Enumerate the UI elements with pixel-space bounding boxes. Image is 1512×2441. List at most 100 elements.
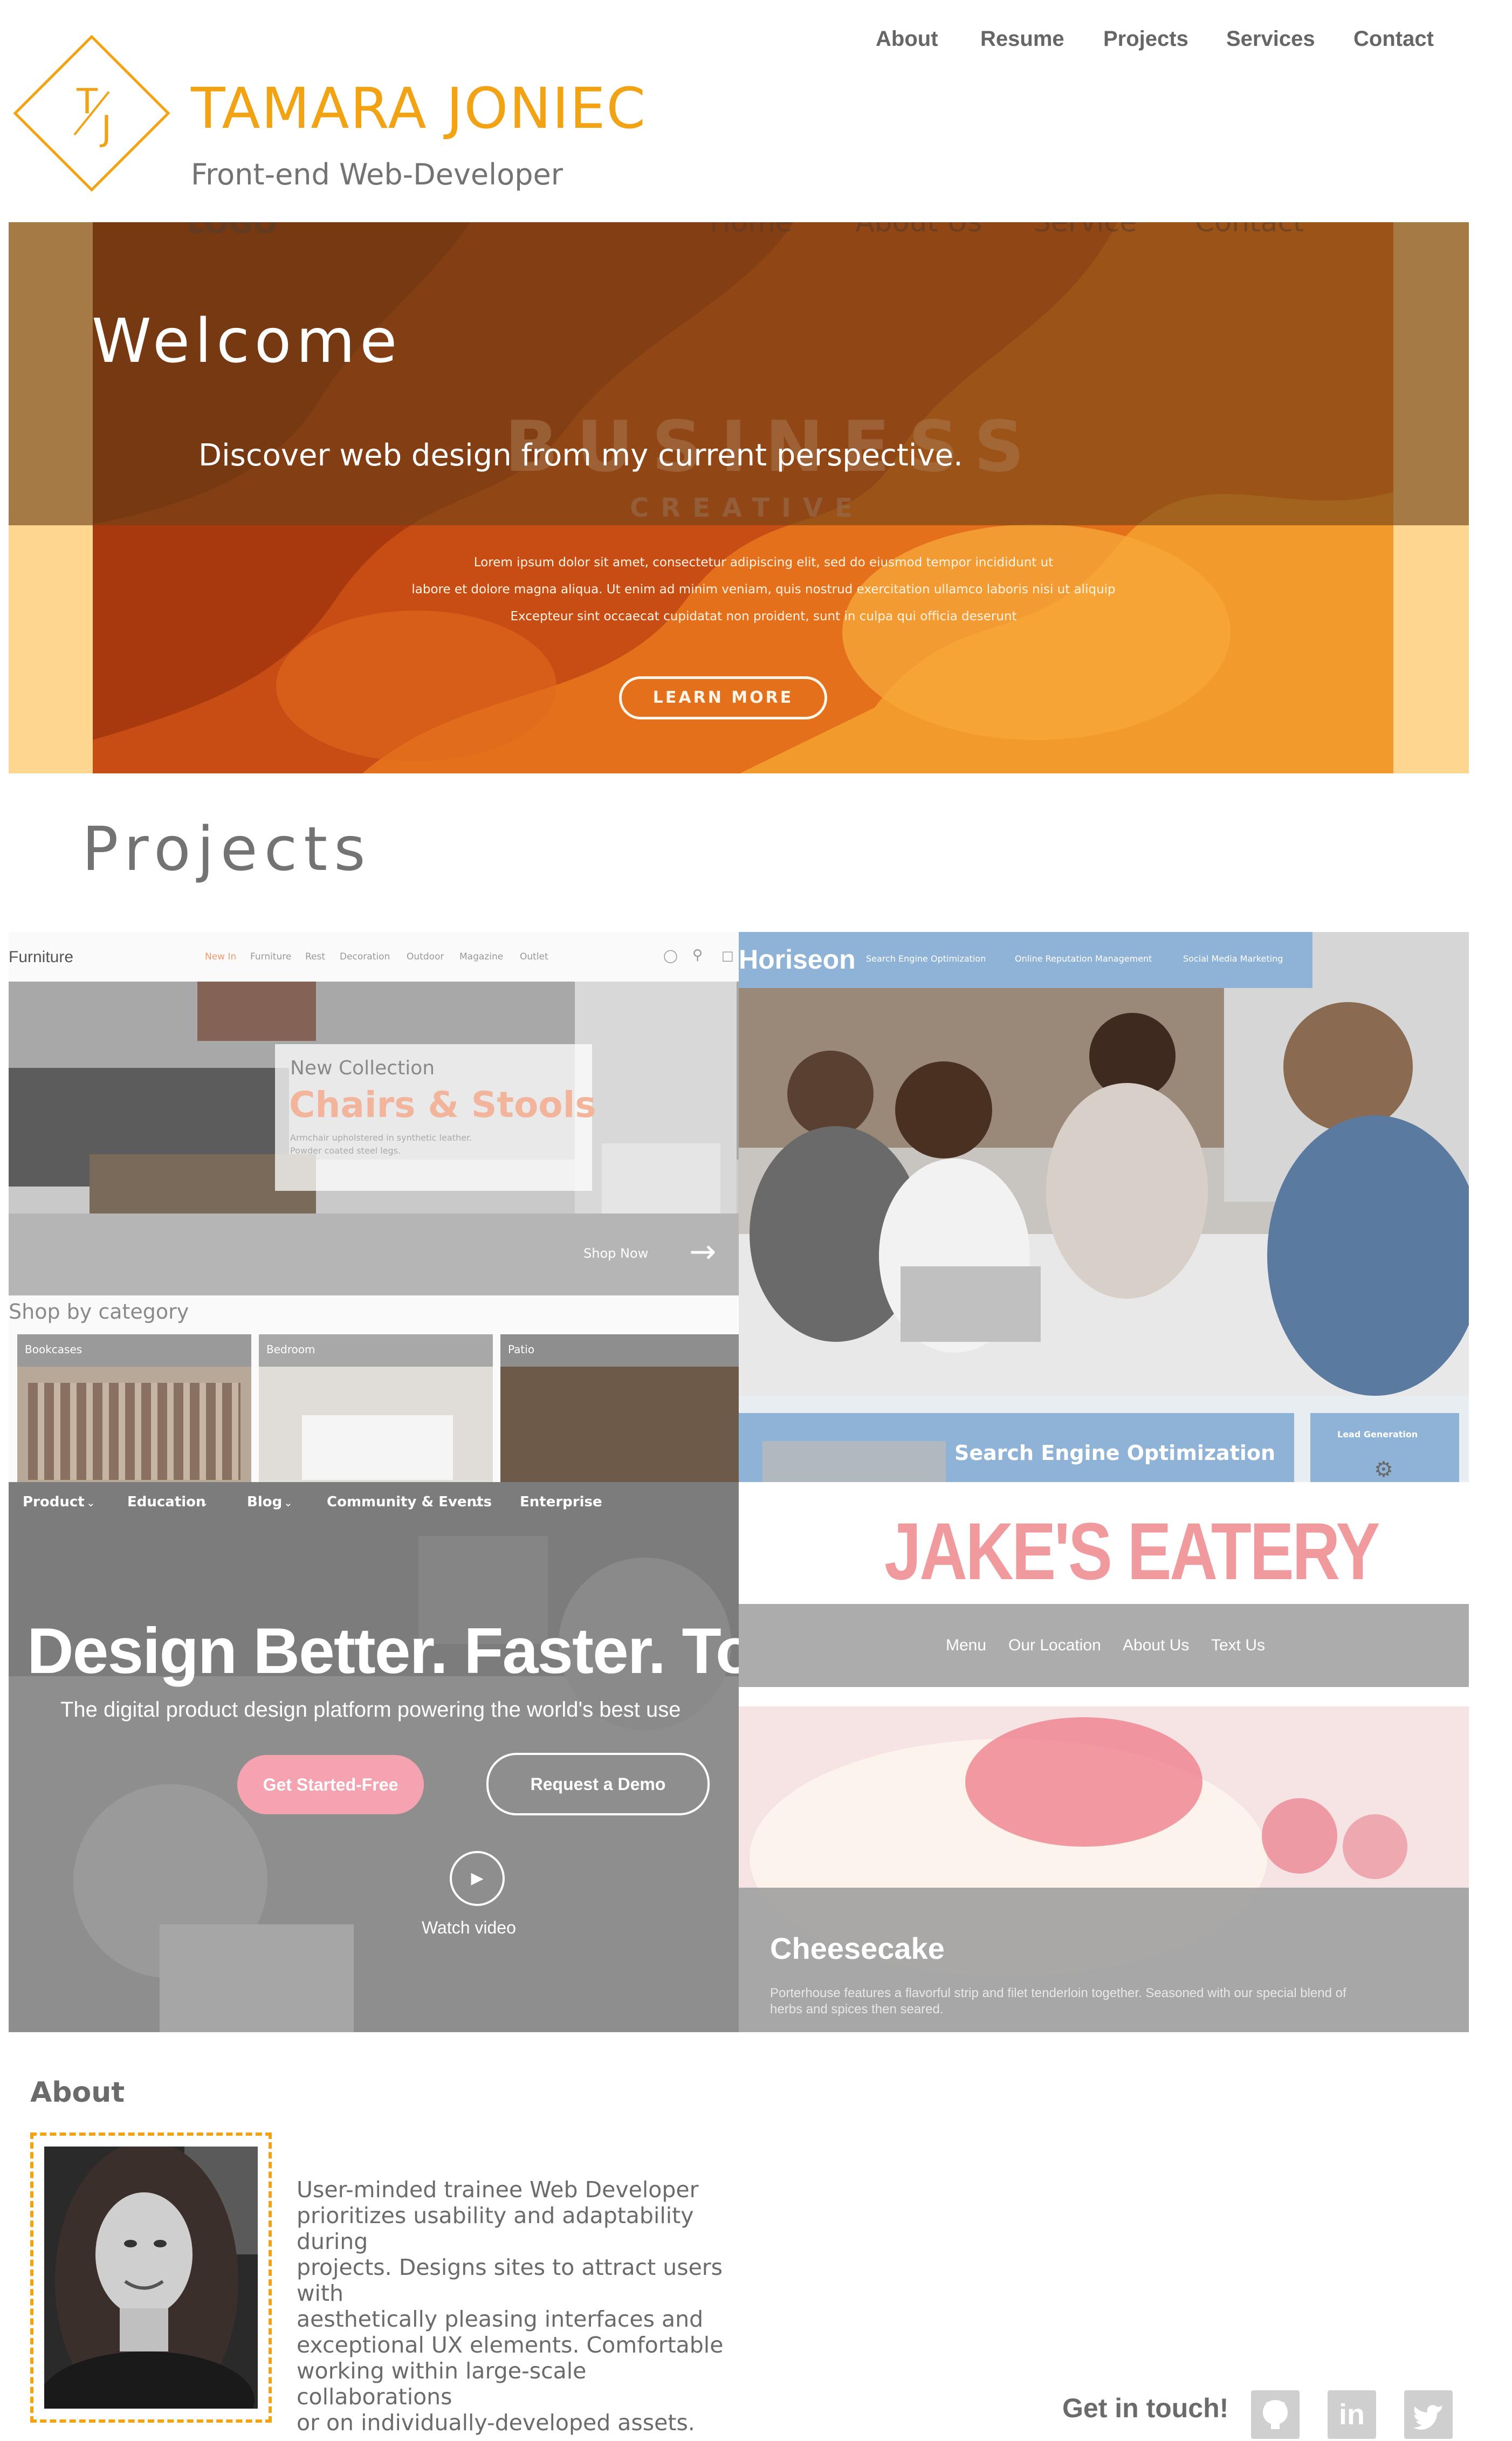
projects-heading: Projects bbox=[82, 814, 372, 884]
design-nav-education: Education bbox=[127, 1494, 206, 1510]
watch-video-label[interactable]: Watch video bbox=[422, 1918, 516, 1938]
hero-tagline: Discover web design from my current pers… bbox=[198, 438, 963, 473]
nav-services[interactable]: Services bbox=[1226, 27, 1315, 59]
chevron-down-icon: ⌄ bbox=[284, 1496, 293, 1509]
design-subheadline: The digital product design platform powe… bbox=[60, 1698, 681, 1722]
linkedin-icon[interactable]: in bbox=[1328, 2390, 1376, 2439]
jakes-title: JAKE'S EATERY bbox=[884, 1506, 1380, 1596]
hero-bg-sub: CREATIVE bbox=[630, 493, 864, 523]
project-card-furniture[interactable]: Furniture New In Furniture Rest Decorati… bbox=[9, 932, 739, 1482]
horiseon-team-photo bbox=[739, 932, 1469, 1396]
furniture-nav-item: Magazine bbox=[459, 951, 504, 962]
request-demo-button[interactable]: Request a Demo bbox=[486, 1753, 710, 1815]
hero-bg-lorem-line: labore et dolore magna aliqua. Ut enim a… bbox=[411, 582, 1116, 596]
chevron-down-icon: ⌄ bbox=[86, 1496, 95, 1509]
about-line: projects. Designs sites to attract users… bbox=[297, 2254, 723, 2306]
about-line: exceptional UX elements. Comfortable bbox=[297, 2332, 724, 2358]
play-icon[interactable]: ▶ bbox=[450, 1851, 505, 1906]
site-name: TAMARA JONIEC bbox=[191, 76, 647, 141]
hero-bg-learn-more-button: LEARN MORE bbox=[619, 676, 827, 719]
hero-bg-nav-contact: Contact bbox=[1195, 222, 1304, 238]
nav-projects[interactable]: Projects bbox=[1103, 27, 1188, 59]
furniture-headline: Chairs & Stools bbox=[289, 1084, 596, 1126]
get-started-button[interactable]: Get Started-Free bbox=[237, 1755, 424, 1814]
about-text: User-minded trainee Web Developer priori… bbox=[297, 2177, 739, 2436]
furniture-nav-item: Rest bbox=[305, 951, 326, 962]
horiseon-nav-item: Social Media Marketing bbox=[1183, 954, 1283, 964]
user-icon: ◯ bbox=[663, 948, 678, 963]
svg-text:J: J bbox=[99, 109, 112, 149]
category-label: Bedroom bbox=[266, 1343, 315, 1356]
furniture-eyebrow: New Collection bbox=[290, 1057, 435, 1079]
hero-bg-nav-about: About Us bbox=[855, 222, 982, 238]
about-line: or on individually-developed assets. bbox=[297, 2410, 695, 2436]
about-line: aesthetically pleasing interfaces and bbox=[297, 2306, 704, 2332]
design-nav-enterprise: Enterprise bbox=[520, 1494, 602, 1510]
hero-banner: LOGO Home About Us Service Contact BUSIN… bbox=[9, 222, 1469, 773]
arrow-right-icon[interactable]: → bbox=[689, 1233, 716, 1271]
design-nav-community: Community & Events bbox=[327, 1494, 492, 1510]
project-card-design-platform[interactable]: Product ⌄ Education ⌄ Blog ⌄ Community &… bbox=[9, 1482, 739, 2032]
hero-bg-lorem-line: Excepteur sint occaecat cupidatat non pr… bbox=[510, 609, 1017, 623]
design-nav-blog: Blog bbox=[247, 1494, 283, 1510]
category-tile-bookcases[interactable]: Bookcases bbox=[17, 1334, 251, 1482]
jakes-dish-title: Cheesecake bbox=[770, 1931, 945, 1965]
gear-icon: ⚙ bbox=[1374, 1457, 1393, 1482]
jakes-dish-desc: herbs and spices then seared. bbox=[770, 2002, 944, 2017]
nav-resume[interactable]: Resume bbox=[980, 27, 1064, 59]
jakes-nav-about: About Us bbox=[1123, 1636, 1190, 1654]
about-line: User-minded trainee Web Developer bbox=[297, 2177, 699, 2203]
jakes-nav-menu: Menu bbox=[946, 1636, 987, 1654]
horiseon-nav-item: Online Reputation Management bbox=[1015, 954, 1152, 964]
search-icon: ⚲ bbox=[692, 947, 703, 963]
get-in-touch-label: Get in touch! bbox=[1062, 2393, 1229, 2423]
profile-photo bbox=[44, 2147, 258, 2409]
logo-mark[interactable]: T J bbox=[11, 32, 173, 194]
profile-photo-frame bbox=[30, 2133, 272, 2423]
design-headline: Design Better. Faster. Tog bbox=[27, 1615, 739, 1687]
hero-bg-nav-service: Service bbox=[1033, 222, 1137, 238]
category-tile-patio[interactable]: Patio bbox=[500, 1334, 739, 1482]
design-nav-product: Product bbox=[23, 1494, 85, 1510]
category-label: Patio bbox=[508, 1343, 535, 1356]
site-subtitle: Front-end Web-Developer bbox=[191, 157, 563, 191]
furniture-shop-now[interactable]: Shop Now bbox=[583, 1246, 648, 1261]
furniture-nav-item: Outdoor bbox=[407, 951, 444, 962]
category-tile-bedroom[interactable]: Bedroom bbox=[259, 1334, 493, 1482]
nav-contact[interactable]: Contact bbox=[1353, 27, 1434, 59]
hero-welcome: Welcome bbox=[92, 306, 402, 376]
furniture-desc: Powder coated steel legs. bbox=[290, 1146, 401, 1156]
furniture-nav-item: Decoration bbox=[340, 951, 390, 962]
furniture-nav-new: New In bbox=[205, 951, 237, 962]
chevron-down-icon: ⌄ bbox=[200, 1496, 209, 1509]
horiseon-lead-panel: Lead Generation ⚙ bbox=[1310, 1413, 1459, 1482]
about-heading: About bbox=[30, 2076, 125, 2109]
hero-bg-lorem: Lorem ipsum dolor sit amet, consectetur … bbox=[386, 549, 1141, 630]
hero-bg-nav-home: Home bbox=[710, 222, 793, 238]
horiseon-brand: Horiseon bbox=[739, 944, 856, 975]
furniture-nav-item: Outlet bbox=[520, 951, 548, 962]
chevron-down-icon: ⌄ bbox=[472, 1496, 482, 1509]
furniture-nav-item: Furniture bbox=[250, 951, 292, 962]
furniture-brand: Furniture bbox=[9, 948, 74, 966]
nav-about[interactable]: About bbox=[876, 27, 938, 59]
github-icon[interactable] bbox=[1251, 2390, 1300, 2439]
hero-bg-logo: LOGO bbox=[187, 222, 278, 240]
horiseon-panel-title: Search Engine Optimization bbox=[954, 1441, 1276, 1465]
furniture-shop-by-category: Shop by category bbox=[9, 1300, 189, 1324]
category-label: Bookcases bbox=[25, 1343, 83, 1356]
jakes-dish-desc: Porterhouse features a flavorful strip a… bbox=[770, 1986, 1346, 2000]
jakes-navbar bbox=[739, 1604, 1469, 1687]
bag-icon: □ bbox=[721, 948, 734, 963]
project-card-horiseon[interactable]: Horiseon Search Engine Optimization Onli… bbox=[739, 932, 1469, 1482]
horiseon-nav-item: Search Engine Optimization bbox=[866, 954, 986, 964]
svg-text:T: T bbox=[76, 82, 98, 122]
jakes-nav-text: Text Us bbox=[1211, 1636, 1266, 1654]
horiseon-seo-panel: Search Engine Optimization bbox=[739, 1413, 1294, 1482]
about-line: prioritizes usability and adaptability d… bbox=[297, 2203, 694, 2254]
project-card-jakes-eatery[interactable]: JAKE'S EATERY Menu Our Location About Us… bbox=[739, 1482, 1469, 2032]
furniture-desc: Armchair upholstered in synthetic leathe… bbox=[290, 1133, 472, 1143]
jakes-nav-location: Our Location bbox=[1008, 1636, 1101, 1654]
twitter-icon[interactable] bbox=[1404, 2390, 1453, 2439]
about-line: working within large-scale collaboration… bbox=[297, 2358, 587, 2410]
